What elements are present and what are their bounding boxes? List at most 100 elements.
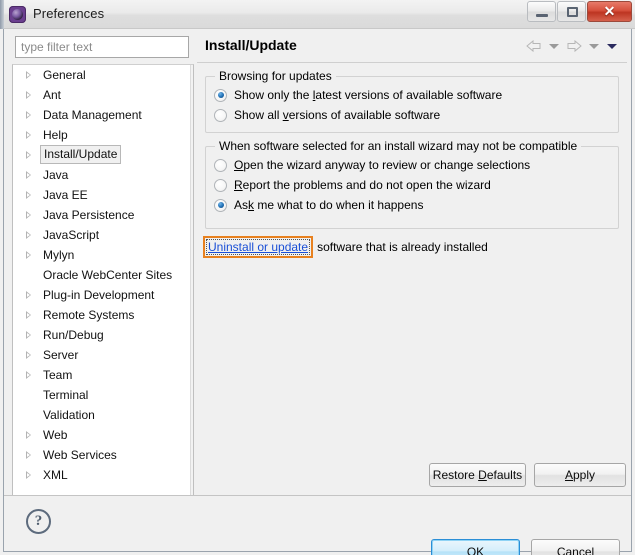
link-focus-ring: Uninstall or update <box>206 239 311 255</box>
tree-item-validation[interactable]: Validation <box>13 405 193 425</box>
tree-item-label: Mylyn <box>43 248 75 262</box>
expand-arrow-icon[interactable] <box>26 371 31 379</box>
tree-item-team[interactable]: Team <box>13 365 193 385</box>
minimize-icon <box>536 14 548 17</box>
back-dropdown-icon[interactable] <box>549 43 559 49</box>
dialog-body: General Ant Data Management Help Install/Upd… <box>3 29 632 555</box>
tree-item-label: Validation <box>43 408 95 422</box>
tree-item-web-services[interactable]: Web Services <box>13 445 193 465</box>
window-frame-edge <box>0 0 4 29</box>
radio-button-icon[interactable] <box>214 108 227 122</box>
browsing-radio-label-0: Show only the latest versions of availab… <box>234 88 503 102</box>
close-button[interactable]: ✕ <box>587 1 632 22</box>
browsing-for-updates-group: Browsing for updates Show only the lates… <box>205 69 619 133</box>
tree-item-run-debug[interactable]: Run/Debug <box>13 325 193 345</box>
expand-arrow-icon[interactable] <box>26 231 31 239</box>
preferences-dialog: Preferences ✕ General Ant Data Management H… <box>0 0 635 555</box>
browsing-radio-1[interactable]: Show all versions of available software <box>214 105 440 125</box>
compat-radio-2[interactable]: Ask me what to do when it happens <box>214 195 423 215</box>
restore-button[interactable] <box>557 1 586 22</box>
tree-item-label: Remote Systems <box>43 308 135 322</box>
install-wizard-compat-group: When software selected for an install wi… <box>205 139 619 229</box>
expand-arrow-icon[interactable] <box>26 151 31 159</box>
tree-item-terminal[interactable]: Terminal <box>13 385 193 405</box>
expand-arrow-icon[interactable] <box>26 91 31 99</box>
tree-item-install-update[interactable]: Install/Update <box>13 145 193 165</box>
expand-arrow-icon[interactable] <box>26 451 31 459</box>
tree-item-label: Web <box>43 428 68 442</box>
pane-nav-icons <box>525 39 619 53</box>
tree-item-web[interactable]: Web <box>13 425 193 445</box>
restore-defaults-button[interactable]: Restore Defaults <box>429 463 526 487</box>
window-title: Preferences <box>33 6 105 21</box>
tree-item-javascript[interactable]: JavaScript <box>13 225 193 245</box>
expand-arrow-icon[interactable] <box>26 131 31 139</box>
tree-item-label: General <box>43 68 86 82</box>
tree-item-remote-systems[interactable]: Remote Systems <box>13 305 193 325</box>
tree-item-label: Server <box>43 348 79 362</box>
tree-item-java-persistence[interactable]: Java Persistence <box>13 205 193 225</box>
expand-arrow-icon[interactable] <box>26 191 31 199</box>
back-arrow-icon[interactable] <box>525 39 543 53</box>
expand-arrow-icon[interactable] <box>26 211 31 219</box>
compat-radio-label-0: Open the wizard anyway to review or chan… <box>234 158 531 172</box>
tree-item-plug-in-development[interactable]: Plug-in Development <box>13 285 193 305</box>
header-divider <box>197 62 627 63</box>
help-icon[interactable]: ? <box>26 509 51 534</box>
preferences-tree[interactable]: General Ant Data Management Help Install/Upd… <box>12 64 194 520</box>
tree-item-label: Java <box>43 168 69 182</box>
expand-arrow-icon[interactable] <box>26 111 31 119</box>
tree-item-data-management[interactable]: Data Management <box>13 105 193 125</box>
tree-item-general[interactable]: General <box>13 65 193 85</box>
radio-button-icon[interactable] <box>214 158 227 172</box>
compat-group-title: When software selected for an install wi… <box>215 139 582 153</box>
tree-item-label: XML <box>43 468 68 482</box>
cancel-button[interactable]: Cancel <box>531 539 620 555</box>
tree-item-label: Install/Update <box>40 145 122 164</box>
uninstall-link-suffix-text: software that is already installed <box>317 240 488 254</box>
tree-item-label: Plug-in Development <box>43 288 155 302</box>
search-input[interactable] <box>16 37 188 57</box>
compat-radio-0[interactable]: Open the wizard anyway to review or chan… <box>214 155 530 175</box>
browsing-radio-label-1: Show all versions of available software <box>234 108 441 122</box>
expand-arrow-icon[interactable] <box>26 311 31 319</box>
uninstall-or-update-row: Uninstall or update software that is alr… <box>203 236 488 258</box>
tree-item-xml[interactable]: XML <box>13 465 193 485</box>
restore-icon <box>567 7 578 17</box>
pane-header: Install/Update <box>197 33 627 63</box>
compat-radio-1[interactable]: Report the problems and do not open the … <box>214 175 491 195</box>
tree-item-help[interactable]: Help <box>13 125 193 145</box>
tree-item-mylyn[interactable]: Mylyn <box>13 245 193 265</box>
preferences-cog-icon <box>9 6 26 23</box>
expand-arrow-icon[interactable] <box>26 471 31 479</box>
browsing-radio-0[interactable]: Show only the latest versions of availab… <box>214 85 502 105</box>
radio-button-icon[interactable] <box>214 88 227 102</box>
tree-item-label: Web Services <box>43 448 117 462</box>
minimize-button[interactable] <box>527 1 556 22</box>
uninstall-or-update-link[interactable]: Uninstall or update <box>208 240 308 254</box>
forward-dropdown-icon[interactable] <box>589 43 599 49</box>
expand-arrow-icon[interactable] <box>26 351 31 359</box>
radio-button-icon[interactable] <box>214 178 227 192</box>
filter-box[interactable] <box>15 36 189 58</box>
tree-item-java[interactable]: Java <box>13 165 193 185</box>
forward-arrow-icon[interactable] <box>565 39 583 53</box>
tree-item-label: Java EE <box>43 188 88 202</box>
expand-arrow-icon[interactable] <box>26 251 31 259</box>
tree-item-server[interactable]: Server <box>13 345 193 365</box>
tree-item-oracle-webcenter-sites[interactable]: Oracle WebCenter Sites <box>13 265 193 285</box>
expand-arrow-icon[interactable] <box>26 291 31 299</box>
expand-arrow-icon[interactable] <box>26 171 31 179</box>
tree-item-java-ee[interactable]: Java EE <box>13 185 193 205</box>
apply-button[interactable]: Apply <box>534 463 626 487</box>
expand-arrow-icon[interactable] <box>26 431 31 439</box>
title-bar: Preferences ✕ <box>0 0 635 29</box>
radio-button-icon[interactable] <box>214 198 227 212</box>
view-menu-icon[interactable] <box>607 43 617 49</box>
expand-arrow-icon[interactable] <box>26 331 31 339</box>
expand-arrow-icon[interactable] <box>26 71 31 79</box>
tree-item-label: Run/Debug <box>43 328 104 342</box>
tree-item-label: Terminal <box>43 388 89 402</box>
tree-item-ant[interactable]: Ant <box>13 85 193 105</box>
ok-button[interactable]: OK <box>431 539 520 555</box>
